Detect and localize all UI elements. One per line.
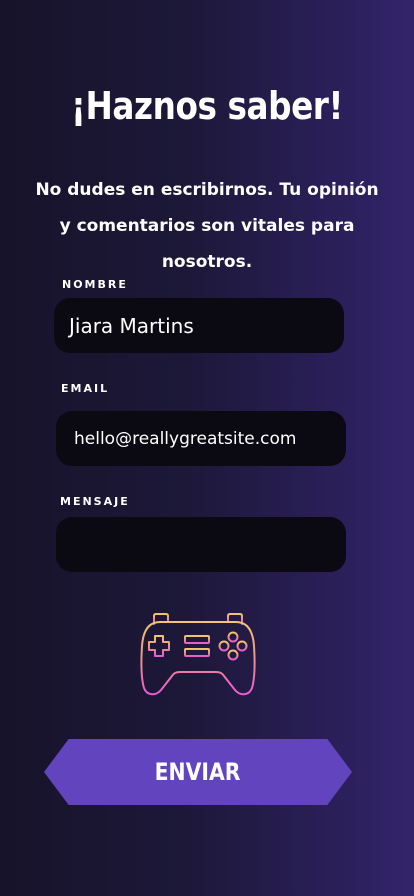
message-label: MENSAJE [60,495,130,508]
send-button-label: ENVIAR [155,758,241,786]
name-label: NOMBRE [62,278,128,291]
name-field-value: Jiara Martins [69,313,194,338]
message-field[interactable] [56,517,346,572]
gamepad-icon [140,613,256,696]
email-label: EMAIL [61,382,110,395]
email-field[interactable]: hello@reallygreatsite.com [56,411,346,466]
send-button[interactable]: ENVIAR [44,739,352,805]
name-field[interactable]: Jiara Martins [54,298,344,353]
email-field-value: hello@reallygreatsite.com [74,428,297,449]
page-subtitle: No dudes en escribirnos. Tu opinión y co… [35,180,379,272]
page-title: ¡Haznos saber! [71,84,343,128]
